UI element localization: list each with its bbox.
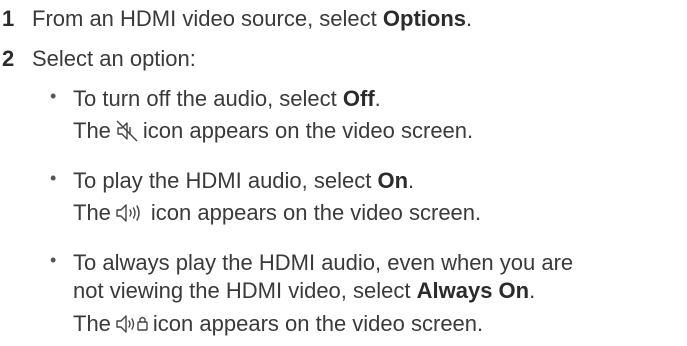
result-text-before: The xyxy=(73,118,111,143)
option-text-after: . xyxy=(529,278,536,303)
option-text-before: not viewing the HDMI video, select xyxy=(73,278,417,303)
bullet: • xyxy=(50,168,57,188)
speaker-on-icon xyxy=(115,201,147,225)
result-text-before: The xyxy=(73,311,111,336)
option-text-before: To play the HDMI audio, select xyxy=(73,168,378,193)
instructions-document: 1 From an HDMI video source, select Opti… xyxy=(0,0,687,346)
result-text-after: icon appears on the video screen. xyxy=(152,311,484,336)
step-number: 2 xyxy=(2,46,15,71)
step-1: 1 From an HDMI video source, select Opti… xyxy=(2,6,472,32)
on-label: On xyxy=(377,168,409,193)
option-always-on: • To always play the HDMI audio, even wh… xyxy=(50,250,574,276)
step-text: Select an option: xyxy=(32,46,196,71)
result-text-after: icon appears on the video screen. xyxy=(150,200,482,225)
speaker-always-on-icon xyxy=(115,312,149,336)
option-always-on-result: The icon appears on the video screen. xyxy=(73,311,483,337)
bullet: • xyxy=(50,86,57,106)
result-text-before: The xyxy=(73,200,111,225)
option-off: • To turn off the audio, select Off. xyxy=(50,86,381,112)
speaker-muted-icon xyxy=(115,119,139,143)
always-on-label: Always On xyxy=(416,278,530,303)
step-text: From an HDMI video source, select Option… xyxy=(32,6,472,32)
step-text-before: From an HDMI video source, select xyxy=(32,6,383,31)
option-off-result: The icon appears on the video screen. xyxy=(73,118,473,144)
step-text-after: . xyxy=(466,6,473,31)
bullet: • xyxy=(50,250,57,270)
off-label: Off xyxy=(342,86,375,111)
option-on-result: The icon appears on the video screen. xyxy=(73,200,481,226)
step-number: 1 xyxy=(2,6,15,31)
option-text-after: . xyxy=(408,168,415,193)
options-label: Options xyxy=(382,6,467,31)
option-line-1: To always play the HDMI audio, even when… xyxy=(73,250,574,275)
option-always-on-line-2: not viewing the HDMI video, select Alway… xyxy=(73,278,535,304)
step-2: 2 Select an option: xyxy=(2,46,196,72)
option-on: • To play the HDMI audio, select On. xyxy=(50,168,415,194)
option-text-after: . xyxy=(374,86,381,111)
option-text-before: To turn off the audio, select xyxy=(73,86,343,111)
result-text-after: icon appears on the video screen. xyxy=(142,118,474,143)
